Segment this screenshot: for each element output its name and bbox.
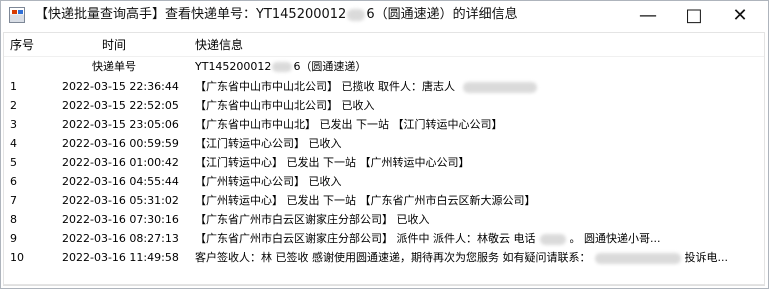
tracking-table[interactable]: 序号 时间 快递信息 快递单号 YT145200012 6（圆通速递） 1 202… [3, 32, 765, 285]
table-row[interactable]: 9 2022-03-16 08:27:13 【广东省广州市白云区谢家庄分部公司】… [4, 229, 764, 248]
row-time: 2022-03-16 07:30:16 [62, 213, 179, 226]
header-info: 快递信息 [195, 38, 244, 52]
row-info: 客户签收人：林 已签收 感谢使用圆通速递，期待再次为您服务 如有疑问请联系： 投诉… [195, 248, 762, 267]
table-row[interactable]: 3 2022-03-15 23:05:06 【广东省中山市中山北】 已发出 下一… [4, 115, 764, 134]
row-number: 4 [10, 137, 17, 150]
row-info-prefix: 客户签收人：林 已签收 感谢使用圆通速递，期待再次为您服务 如有疑问请联系： [195, 251, 591, 264]
tracking-number-label: 快递单号 [92, 60, 136, 73]
row-number: 3 [10, 118, 17, 131]
header-number: 序号 [10, 38, 35, 52]
row-time: 2022-03-16 01:00:42 [62, 156, 179, 169]
tracking-number-prefix: YT145200012 [195, 60, 272, 73]
app-icon [9, 7, 25, 23]
table-row[interactable]: 1 2022-03-15 22:36:44 【广东省中山市中山北公司】 已揽收 … [4, 77, 764, 96]
row-info-suffix: 。 圆通快递小哥... [569, 232, 661, 245]
row-number: 9 [10, 232, 17, 245]
window-bottom-border [3, 285, 765, 286]
table-row[interactable]: 2 2022-03-15 22:52:05 【广东省中山市中山北公司】 已收入 [4, 96, 764, 115]
table-row[interactable]: 4 2022-03-16 00:59:59 【江门转运中心公司】 已收入 [4, 134, 764, 153]
row-info: 【江门转运中心】 已发出 下一站 【广州转运中心公司】 [195, 156, 470, 169]
table-row[interactable]: 6 2022-03-16 04:55:44 【广州转运中心公司】 已收入 [4, 172, 764, 191]
row-info-prefix: 【广东省广州市白云区谢家庄分部公司】 派件中 派件人：林敬云 电话 [195, 232, 536, 245]
tracking-number-row: 快递单号 YT145200012 6（圆通速递） [4, 57, 764, 77]
table-row[interactable]: 5 2022-03-16 01:00:42 【江门转运中心】 已发出 下一站 【… [4, 153, 764, 172]
table-row[interactable]: 10 2022-03-16 11:49:58 客户签收人：林 已签收 感谢使用圆… [4, 248, 764, 267]
row-time: 2022-03-16 08:27:13 [62, 232, 179, 245]
row-info: 【广东省中山市中山北公司】 已收入 [195, 99, 375, 112]
row-time: 2022-03-16 04:55:44 [62, 175, 179, 188]
title-bar[interactable]: 【快递批量查询高手】查看快递单号：YT145200012 6（圆通速递）的详细信息… [1, 1, 768, 31]
close-button[interactable]: ✕ [717, 1, 763, 31]
row-info-text: 【广东省中山市中山北公司】 已揽收 取件人：唐志人 [195, 80, 455, 93]
row-info: 【江门转运中心公司】 已收入 [195, 137, 342, 150]
row-number: 8 [10, 213, 17, 226]
row-number: 1 [10, 80, 17, 93]
row-number: 10 [10, 251, 24, 264]
table-header: 序号 时间 快递信息 [4, 33, 764, 57]
tracking-rows: 1 2022-03-15 22:36:44 【广东省中山市中山北公司】 已揽收 … [4, 77, 764, 267]
window-title: 【快递批量查询高手】查看快递单号：YT145200012 6（圆通速递）的详细信息 [35, 7, 518, 23]
table-row[interactable]: 8 2022-03-16 07:30:16 【广东省广州市白云区谢家庄分部公司】… [4, 210, 764, 229]
tracking-number-suffix: 6（圆通速递） [293, 60, 367, 73]
row-info: 【广东省中山市中山北公司】 已揽收 取件人：唐志人 [195, 77, 762, 96]
row-info: 【广东省广州市白云区谢家庄分部公司】 派件中 派件人：林敬云 电话 。 圆通快递小… [195, 229, 762, 248]
row-time: 2022-03-15 22:52:05 [62, 99, 179, 112]
window-title-suffix: 6（圆通速递）的详细信息 [366, 7, 518, 22]
maximize-icon: □ [685, 5, 703, 26]
row-time: 2022-03-15 23:05:06 [62, 118, 179, 131]
tracking-detail-window: 【快递批量查询高手】查看快递单号：YT145200012 6（圆通速递）的详细信息… [0, 0, 769, 289]
minimize-button[interactable]: — [625, 1, 671, 31]
close-icon: ✕ [732, 5, 748, 26]
row-info: 【广州转运中心公司】 已收入 [195, 175, 342, 188]
row-info: 【广东省广州市白云区谢家庄分部公司】 已收入 [195, 213, 430, 226]
row-info-suffix: 投诉电... [684, 251, 729, 264]
window-title-prefix: 【快递批量查询高手】查看快递单号：YT145200012 [35, 7, 347, 22]
maximize-button[interactable]: □ [671, 1, 717, 31]
redacted-contact [463, 81, 537, 93]
redacted-phone [539, 233, 566, 245]
row-time: 2022-03-16 00:59:59 [62, 137, 179, 150]
tracking-number-value: YT145200012 6（圆通速递） [195, 57, 760, 77]
redacted-tracking-part [347, 8, 366, 21]
row-time: 2022-03-16 05:31:02 [62, 194, 179, 207]
row-time: 2022-03-16 11:49:58 [62, 251, 179, 264]
row-number: 5 [10, 156, 17, 169]
row-info: 【广州转运中心】 已发出 下一站 【广东省广州市白云区新大源公司】 [195, 194, 536, 207]
minimize-icon: — [639, 5, 657, 26]
row-number: 6 [10, 175, 17, 188]
table-row[interactable]: 7 2022-03-16 05:31:02 【广州转运中心】 已发出 下一站 【… [4, 191, 764, 210]
redacted-contact [594, 252, 681, 264]
redacted-tracking-part [272, 62, 293, 72]
row-number: 2 [10, 99, 17, 112]
row-info: 【广东省中山市中山北】 已发出 下一站 【江门转运中心公司】 [195, 118, 503, 131]
row-number: 7 [10, 194, 17, 207]
header-time: 时间 [101, 38, 126, 52]
row-time: 2022-03-15 22:36:44 [62, 80, 179, 93]
